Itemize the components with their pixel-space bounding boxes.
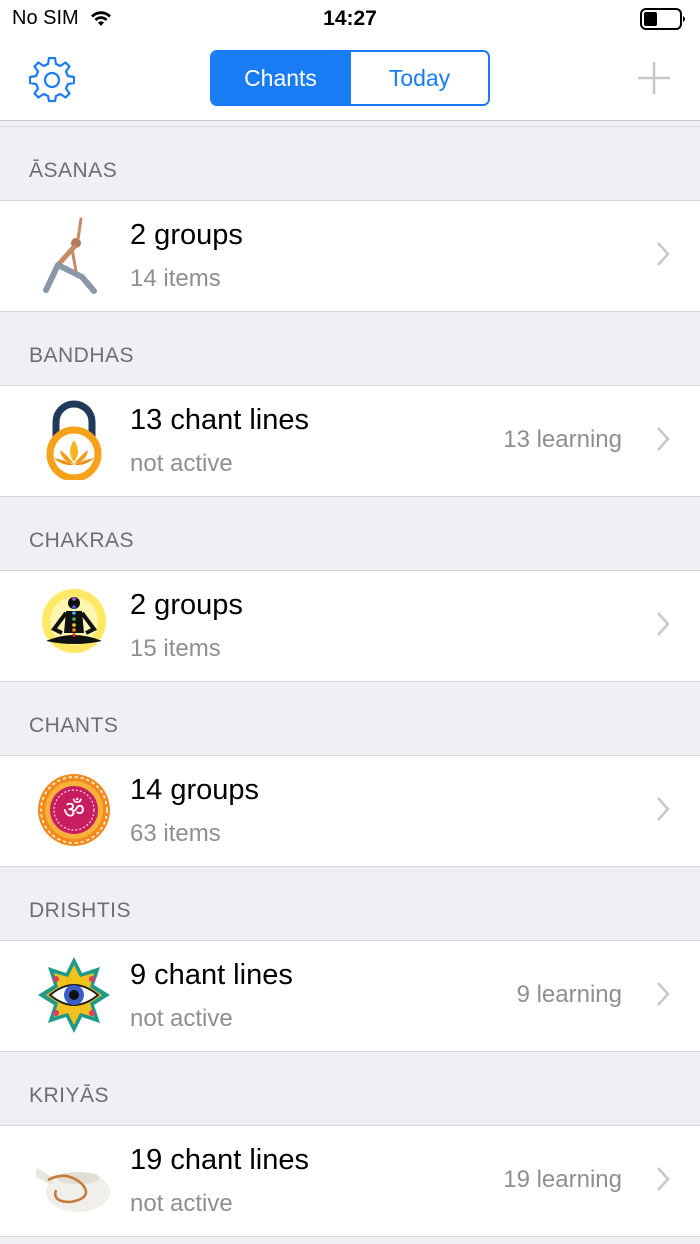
chevron-right-icon	[657, 982, 670, 1006]
chevron-right-icon	[657, 427, 670, 451]
yoga-pose-image	[43, 217, 97, 294]
status-bar: No SIM 14:27	[0, 0, 700, 40]
eye-mandala-image	[38, 957, 110, 1033]
list-row-chants[interactable]: ॐ 14 groups 63 items	[0, 756, 700, 867]
list-row-bandhas[interactable]: 13 chant lines not active 13 learning	[0, 386, 700, 497]
section-header-chakras: CHAKRAS	[0, 497, 700, 571]
gear-icon	[29, 57, 75, 103]
status-time: 14:27	[323, 7, 377, 30]
section-header-drishtis: DRISHTIS	[0, 867, 700, 941]
list-row-drishtis[interactable]: 9 chant lines not active 9 learning	[0, 941, 700, 1052]
meditation-chakra-image	[42, 589, 106, 653]
row-title: 13 chant lines	[130, 404, 309, 436]
section-header-asanas: ĀSANAS	[0, 127, 700, 201]
segment-today[interactable]: Today	[349, 52, 488, 104]
lock-lotus-image	[46, 400, 102, 480]
row-subtitle: 14 items	[130, 265, 221, 292]
row-detail: 19 learning	[503, 1166, 622, 1193]
segmented-control: Chants Today	[210, 50, 490, 106]
row-title: 9 chant lines	[130, 959, 293, 991]
chevron-right-icon	[657, 797, 670, 821]
section-header-kriyas: KRIYĀS	[0, 1052, 700, 1126]
row-title: 2 groups	[130, 589, 243, 621]
row-subtitle: not active	[130, 1190, 233, 1217]
navigation-bar: Chants Today	[0, 40, 700, 121]
row-title: 19 chant lines	[130, 1144, 309, 1176]
row-subtitle: 15 items	[130, 635, 221, 662]
row-subtitle: not active	[130, 1005, 233, 1032]
row-subtitle: 63 items	[130, 820, 221, 847]
chevron-right-icon	[657, 612, 670, 636]
neti-pot-image	[36, 1168, 110, 1212]
row-detail: 9 learning	[516, 981, 622, 1008]
settings-button[interactable]	[28, 56, 76, 104]
om-mandala-image: ॐ	[38, 774, 110, 846]
battery-icon	[640, 8, 685, 30]
chevron-right-icon	[657, 1167, 670, 1191]
section-header-bandhas: BANDHAS	[0, 312, 700, 386]
row-subtitle: not active	[130, 450, 233, 477]
svg-text:ॐ: ॐ	[63, 796, 85, 824]
list-row-chakras[interactable]: 2 groups 15 items	[0, 571, 700, 682]
list-row-kriyas[interactable]: 19 chant lines not active 19 learning	[0, 1126, 700, 1237]
section-header-chants: CHANTS	[0, 682, 700, 756]
segment-chants[interactable]: Chants	[212, 52, 349, 104]
row-detail: 13 learning	[503, 426, 622, 453]
chant-category-list: ĀSANAS 2 groups 14 items BANDHAS 13 chan…	[0, 126, 700, 1237]
chevron-right-icon	[657, 242, 670, 266]
row-title: 14 groups	[130, 774, 259, 806]
plus-icon[interactable]	[636, 60, 672, 96]
list-row-asanas[interactable]: 2 groups 14 items	[0, 201, 700, 312]
row-title: 2 groups	[130, 219, 243, 251]
